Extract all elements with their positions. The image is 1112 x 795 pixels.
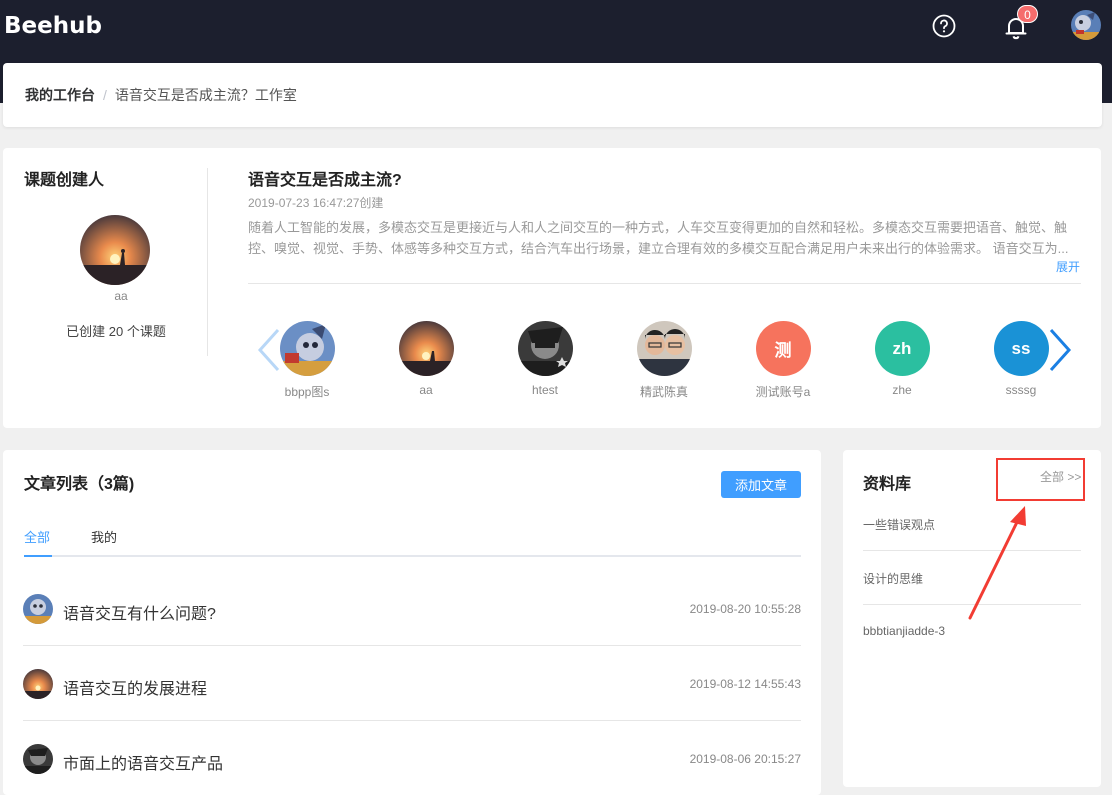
article-time: 2019-08-12 14:55:43	[689, 677, 801, 691]
library-item-label: bbbtianjiadde-3	[863, 624, 946, 638]
creator-topic-count: 已创建 20 个课题	[66, 324, 166, 339]
library-heading: 资料库	[863, 476, 912, 493]
member-item[interactable]: 精武陈真	[624, 321, 704, 400]
breadcrumb-current: 语音交互是否成主流？工作室	[114, 87, 297, 103]
member-avatar	[517, 321, 573, 376]
library-all-link[interactable]: 全部 >>	[1040, 468, 1081, 485]
creator-heading: 课题创建人	[24, 172, 105, 189]
article-time: 2019-08-06 20:15:27	[689, 752, 801, 766]
article-title[interactable]: 市面上的语音交互产品	[63, 750, 223, 774]
article-author-avatar	[23, 669, 53, 699]
breadcrumb: 我的工作台 / 语音交互是否成主流？工作室	[25, 85, 297, 105]
member-avatar	[279, 321, 335, 376]
user-avatar[interactable]	[1071, 10, 1101, 40]
vertical-divider	[207, 168, 208, 356]
topic-created-date: 2019-07-23 16:47:27创建	[248, 196, 384, 210]
article-tabs: 全部 我的	[24, 530, 801, 557]
horizontal-divider	[248, 283, 1081, 284]
article-time: 2019-08-20 10:55:28	[689, 602, 801, 616]
chevron-right-icon[interactable]	[1047, 328, 1073, 372]
member-name: 精武陈真	[639, 385, 688, 399]
breadcrumb-separator: /	[103, 87, 107, 103]
article-row[interactable]: 语音交互有什么问题? 2019-08-20 10:55:28	[23, 571, 801, 646]
add-article-button[interactable]: 添加文章	[721, 471, 801, 498]
library-item-label: 一些错误观点	[863, 518, 936, 532]
articles-card: 文章列表（3篇) 添加文章 全部 我的 语音交互有什么问题? 2019-08-2…	[3, 450, 821, 795]
articles-heading: 文章列表（3篇)	[24, 476, 135, 493]
article-row[interactable]: 语音交互的发展进程 2019-08-12 14:55:43	[23, 646, 801, 721]
member-avatar	[636, 321, 692, 376]
creator-name: aa	[114, 289, 128, 303]
topic-description: 随着人工智能的发展，多模态交互是更接近与人和人之间交互的一种方式，人车交互变得更…	[248, 220, 1069, 256]
annotation-arrow-icon	[960, 500, 1040, 625]
member-avatar: zh	[874, 321, 930, 376]
help-circle-icon[interactable]	[932, 14, 956, 38]
member-item[interactable]: zh zhe	[862, 321, 942, 397]
member-name: aa	[419, 383, 433, 397]
member-item[interactable]: aa	[386, 321, 466, 397]
library-item-label: 设计的思维	[863, 572, 924, 586]
notification-badge: 0	[1017, 5, 1038, 23]
article-title[interactable]: 语音交互有什么问题?	[63, 600, 216, 624]
member-name: 测试账号a	[755, 385, 811, 399]
member-item[interactable]: htest	[505, 321, 585, 397]
member-name: ssssg	[1005, 383, 1037, 397]
breadcrumb-home[interactable]: 我的工作台	[25, 87, 95, 103]
topic-title: 语音交互是否成主流?	[248, 172, 402, 189]
member-name: bbpp图s	[284, 385, 330, 399]
article-row[interactable]: 市面上的语音交互产品 2019-08-06 20:15:27	[23, 721, 801, 795]
expand-link[interactable]: 展开	[1056, 258, 1080, 275]
member-item[interactable]: bbpp图s	[267, 321, 347, 400]
article-author-avatar	[23, 594, 53, 624]
member-item[interactable]: 测 测试账号a	[743, 321, 823, 400]
app-logo[interactable]: Beehub	[4, 13, 102, 39]
article-author-avatar	[23, 744, 53, 774]
breadcrumb-card: 我的工作台 / 语音交互是否成主流？工作室	[3, 63, 1102, 127]
active-tab-indicator	[24, 555, 52, 557]
tab-mine[interactable]: 我的	[91, 530, 117, 557]
topic-card: 课题创建人 aa 已创建 20 个课题 语音交互是否成主流? 2019-07-2…	[3, 148, 1101, 428]
member-avatar: ss	[993, 321, 1049, 376]
member-name: zhe	[892, 383, 912, 397]
article-title[interactable]: 语音交互的发展进程	[63, 675, 207, 699]
member-avatar: 测	[755, 321, 811, 376]
member-avatar	[398, 321, 454, 376]
tab-all[interactable]: 全部	[24, 530, 50, 557]
member-name: htest	[531, 383, 558, 397]
creator-avatar[interactable]	[80, 215, 150, 285]
